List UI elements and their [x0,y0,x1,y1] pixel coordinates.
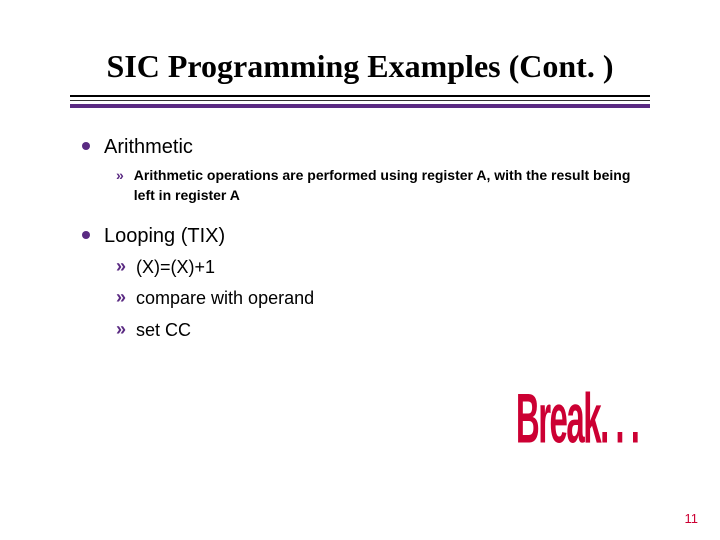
sub-list-item: » Arithmetic operations are performed us… [116,166,650,205]
section-heading: Looping (TIX) [104,223,225,249]
chevron-right-icon: » [116,166,124,186]
sub-item-text: compare with operand [136,286,314,311]
sub-item-text: Arithmetic operations are performed usin… [134,166,650,205]
page-number: 11 [685,511,699,526]
chevron-right-icon: » [116,286,126,309]
chevron-right-icon: » [116,255,126,278]
sub-list-item: » set CC [116,318,650,343]
break-callout: Break. . . [515,380,638,460]
slide-title: SIC Programming Examples (Cont. ) [60,0,660,93]
content-area: Arithmetic » Arithmetic operations are p… [82,134,650,343]
bullet-icon [82,231,90,239]
underline-black-1 [70,95,650,97]
section-heading: Arithmetic [104,134,193,160]
underline-purple [70,104,650,108]
underline-black-2 [70,100,650,101]
slide: SIC Programming Examples (Cont. ) Arithm… [0,0,720,540]
list-item: Looping (TIX) [82,223,650,249]
sub-list-item: » (X)=(X)+1 [116,255,650,280]
sub-list-item: » compare with operand [116,286,650,311]
spacer [82,209,650,223]
sub-item-text: (X)=(X)+1 [136,255,215,280]
sub-item-text: set CC [136,318,191,343]
bullet-icon [82,142,90,150]
title-underline [70,95,650,108]
chevron-right-icon: » [116,318,126,341]
list-item: Arithmetic [82,134,650,160]
